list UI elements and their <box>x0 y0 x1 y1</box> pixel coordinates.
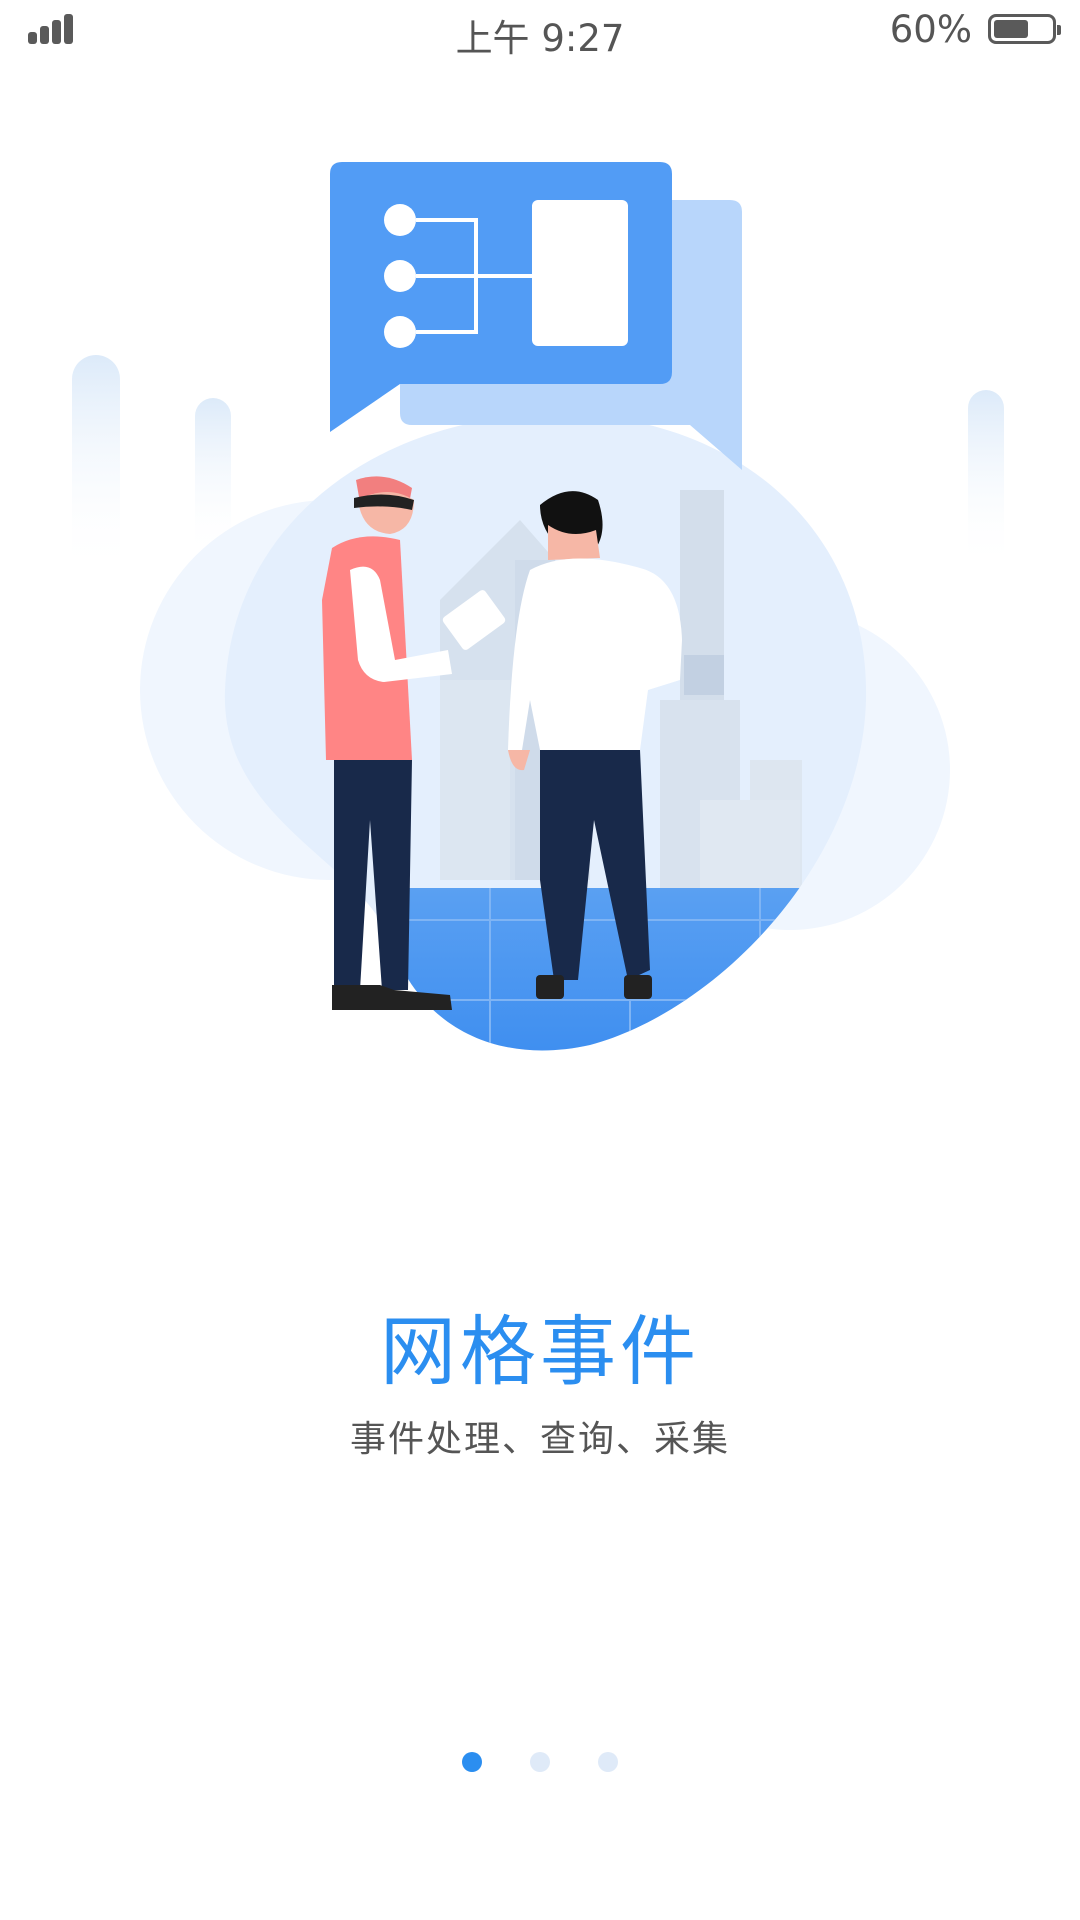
decor-pill <box>968 390 1004 570</box>
page-title: 网格事件 <box>380 1307 700 1396</box>
decor-pill <box>72 355 120 575</box>
status-bar: 上午 9:27 60% <box>0 0 1080 60</box>
page-dot-2[interactable] <box>530 1752 550 1772</box>
page-dot-1[interactable] <box>462 1752 482 1772</box>
battery-percent: 60% <box>889 8 972 51</box>
page-indicator[interactable] <box>0 1752 1080 1776</box>
battery-level-fill <box>994 20 1028 38</box>
signal-strength-icon <box>28 14 78 44</box>
battery-icon <box>988 14 1061 44</box>
network-chat-bubble-icon <box>330 162 742 470</box>
page-subtitle: 事件处理、查询、采集 <box>349 1419 730 1460</box>
page-dot-3[interactable] <box>598 1752 618 1772</box>
onboarding-screen[interactable]: 上午 9:27 60% 网格事件 事件处理、查询、采集 <box>0 0 1080 1920</box>
status-time: 上午 9:27 <box>455 17 625 60</box>
onboarding-illustration <box>72 162 1004 1051</box>
